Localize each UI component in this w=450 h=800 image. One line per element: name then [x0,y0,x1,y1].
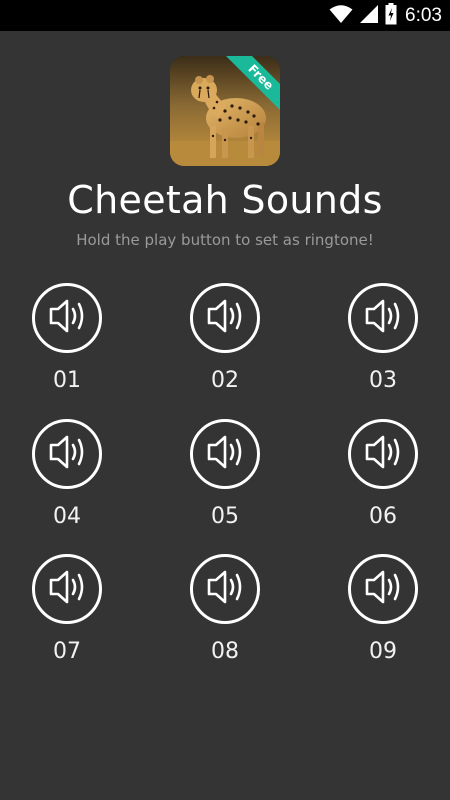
sound-label: 02 [211,368,239,393]
sound-label: 05 [211,504,239,529]
speaker-icon [358,430,408,478]
sound-button-03[interactable]: 03 [323,283,443,393]
sound-label: 07 [53,639,81,664]
sound-label: 03 [369,368,397,393]
sound-label: 09 [369,639,397,664]
sound-button-07[interactable]: 07 [7,554,127,664]
play-button[interactable] [32,419,102,489]
play-button[interactable] [190,419,260,489]
sound-label: 01 [53,368,81,393]
speaker-icon [200,565,250,613]
speaker-icon [358,565,408,613]
play-button[interactable] [32,554,102,624]
sound-button-08[interactable]: 08 [165,554,285,664]
sound-button-09[interactable]: 09 [323,554,443,664]
wifi-icon [329,4,353,28]
speaker-icon [42,430,92,478]
play-button[interactable] [348,554,418,624]
sound-button-04[interactable]: 04 [7,419,127,529]
sound-button-01[interactable]: 01 [7,283,127,393]
sound-button-02[interactable]: 02 [165,283,285,393]
speaker-icon [358,294,408,342]
app-icon: Free [170,56,280,166]
speaker-icon [42,294,92,342]
sound-label: 04 [53,504,81,529]
play-button[interactable] [348,419,418,489]
battery-icon [385,2,397,29]
play-button[interactable] [348,283,418,353]
sound-button-05[interactable]: 05 [165,419,285,529]
subtitle: Hold the play button to set as ringtone! [76,231,374,249]
sound-label: 08 [211,639,239,664]
clock: 6:03 [405,4,442,26]
speaker-icon [200,294,250,342]
play-button[interactable] [32,283,102,353]
play-button[interactable] [190,283,260,353]
play-button[interactable] [190,554,260,624]
cheetah-image: Free [170,56,280,166]
sound-label: 06 [369,504,397,529]
sound-button-06[interactable]: 06 [323,419,443,529]
status-bar: 6:03 [0,0,450,31]
page-title: Cheetah Sounds [67,178,383,222]
signal-icon [359,4,379,28]
speaker-icon [200,430,250,478]
speaker-icon [42,565,92,613]
